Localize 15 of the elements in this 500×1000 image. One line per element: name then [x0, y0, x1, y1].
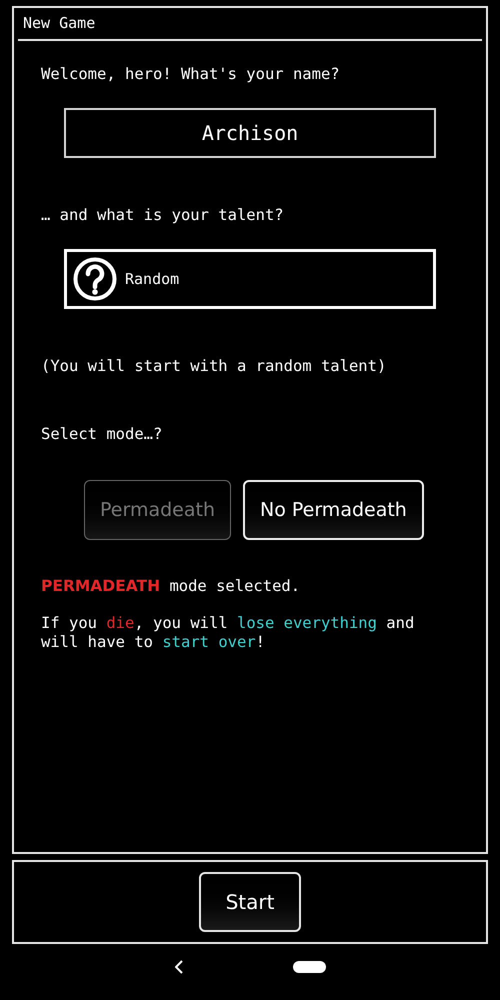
window-title: New Game: [18, 8, 482, 41]
talent-prompt: … and what is your talent?: [41, 205, 284, 225]
home-pill[interactable]: [292, 961, 326, 973]
warning-text: If you die, you will lose everything and will have to start over!: [41, 614, 416, 652]
start-button[interactable]: Start: [199, 872, 301, 932]
talent-hint: (You will start with a random talent): [41, 356, 386, 376]
back-icon[interactable]: [174, 960, 182, 974]
talent-button[interactable]: Random: [64, 249, 436, 309]
question-icon: [73, 257, 117, 301]
mode-button[interactable]: Permadeath: [84, 480, 231, 540]
mode-prompt: Select mode…?: [41, 424, 162, 444]
mode-status: PERMADEATH mode selected.: [41, 576, 300, 596]
name-field[interactable]: Archison: [64, 108, 436, 158]
name-prompt: Welcome, hero! What's your name?: [41, 64, 340, 84]
mode-button[interactable]: No Permadeath: [242, 480, 424, 540]
